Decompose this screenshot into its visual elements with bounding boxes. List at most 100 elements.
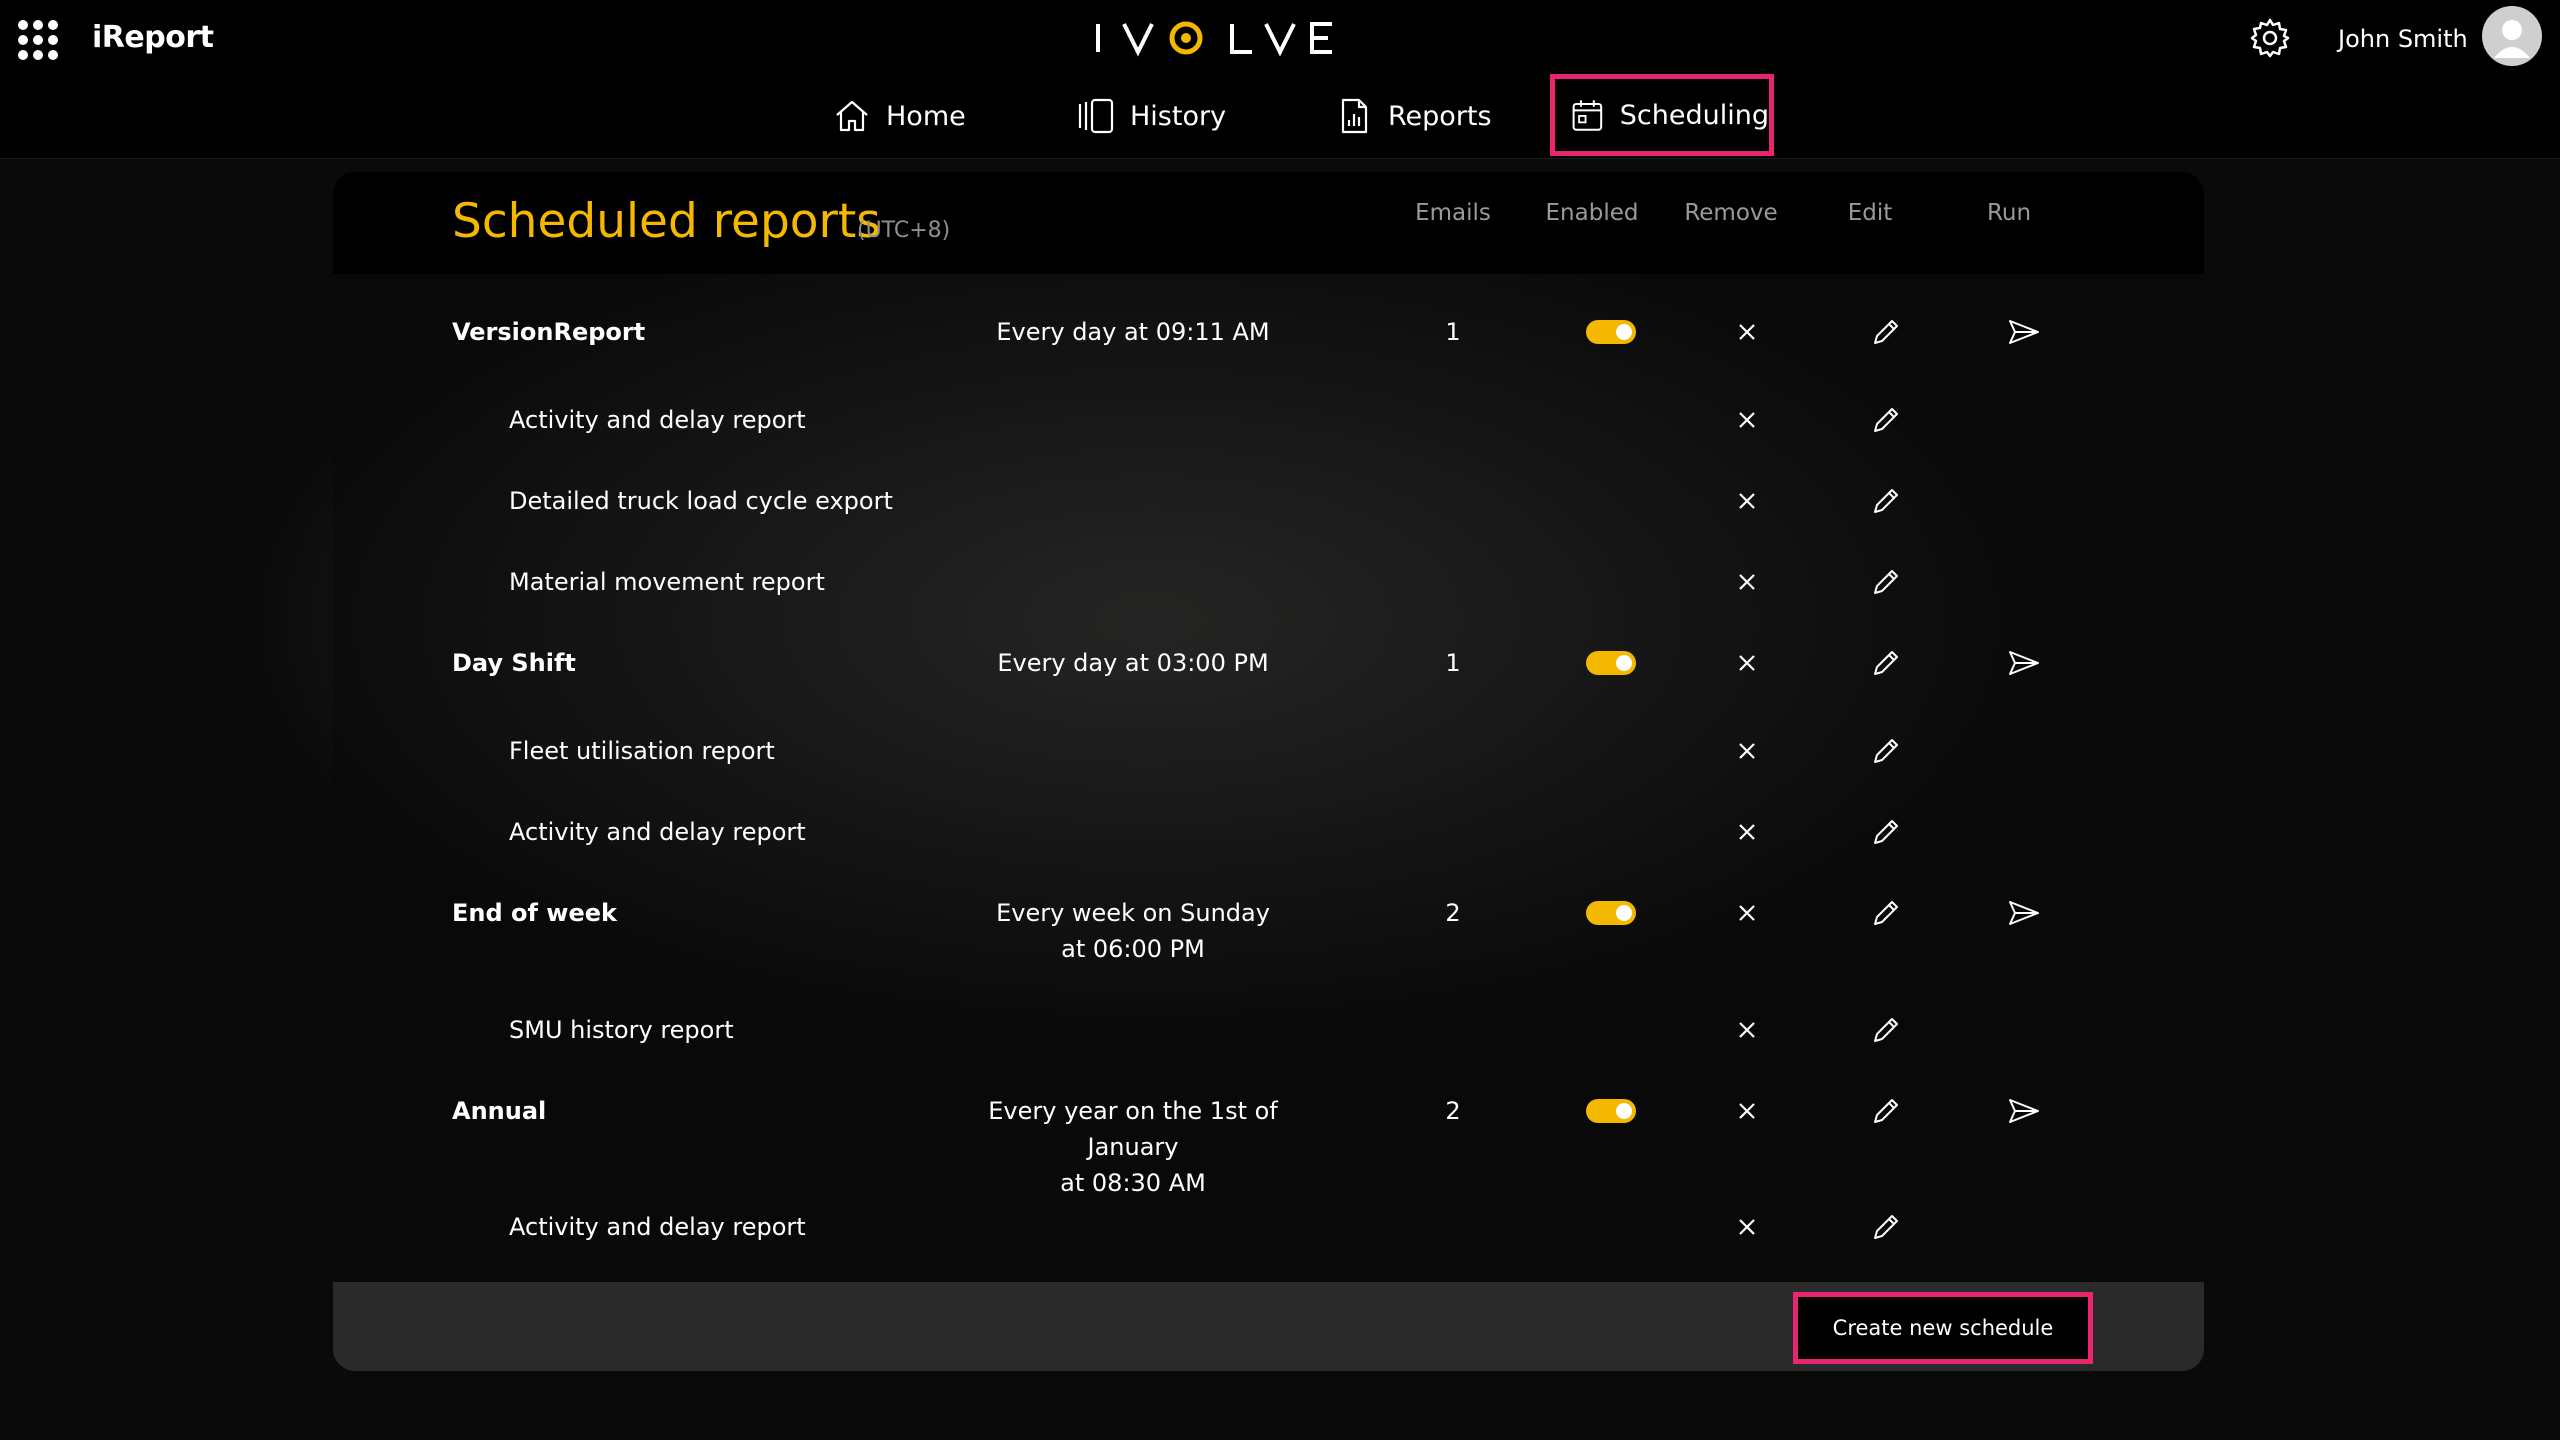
run-button[interactable] — [2006, 1093, 2042, 1129]
edit-button[interactable] — [1868, 483, 1904, 519]
schedule-name: End of week — [452, 899, 617, 927]
pencil-icon — [1874, 901, 1898, 925]
schedule-list: VersionReport Every day at 09:11 AM 1 Ac… — [333, 274, 2204, 1276]
enabled-toggle[interactable] — [1586, 901, 1636, 925]
edit-button[interactable] — [1868, 645, 1904, 681]
report-name: Activity and delay report — [509, 406, 806, 434]
email-count: 1 — [1445, 318, 1461, 346]
close-icon — [1739, 743, 1755, 759]
remove-button[interactable] — [1729, 483, 1765, 519]
send-icon — [2009, 320, 2039, 344]
report-name: Fleet utilisation report — [509, 737, 775, 765]
run-button[interactable] — [2006, 645, 2042, 681]
run-button[interactable] — [2006, 314, 2042, 350]
close-icon — [1739, 574, 1755, 590]
column-header-edit: Edit — [1847, 200, 1893, 226]
edit-button[interactable] — [1868, 564, 1904, 600]
close-icon — [1739, 1219, 1755, 1235]
run-button[interactable] — [2006, 895, 2042, 931]
edit-button[interactable] — [1868, 1209, 1904, 1245]
report-name: Material movement report — [509, 568, 825, 596]
close-icon — [1739, 905, 1755, 921]
pencil-icon — [1874, 1215, 1898, 1239]
edit-button[interactable] — [1868, 314, 1904, 350]
close-icon — [1739, 324, 1755, 340]
home-icon — [836, 100, 868, 132]
ivolve-logo — [1096, 21, 1332, 57]
schedule-frequency: Every day at 09:11 AM — [996, 318, 1270, 346]
report-name: Detailed truck load cycle export — [509, 487, 893, 515]
pencil-icon — [1874, 408, 1898, 432]
pencil-icon — [1874, 570, 1898, 594]
enabled-toggle[interactable] — [1586, 1099, 1636, 1123]
report-name: Activity and delay report — [509, 818, 806, 846]
schedule-frequency: Every week on Sunday at 06:00 PM — [968, 895, 1298, 967]
panel-header: Scheduled reports (UTC+8) Emails Enabled… — [333, 172, 2204, 274]
scheduled-reports-panel: Scheduled reports (UTC+8) Emails Enabled… — [333, 172, 2204, 1371]
report-icon — [1341, 98, 1368, 134]
edit-button[interactable] — [1868, 1093, 1904, 1129]
send-icon — [2009, 651, 2039, 675]
schedule-name: Day Shift — [452, 649, 576, 677]
remove-button[interactable] — [1729, 645, 1765, 681]
nav-home-label: Home — [886, 100, 966, 132]
panel-footer: Create new schedule — [333, 1282, 2204, 1371]
nav-history[interactable]: History — [1076, 76, 1226, 156]
nav-reports-label: Reports — [1388, 100, 1492, 132]
close-icon — [1739, 493, 1755, 509]
pencil-icon — [1874, 489, 1898, 513]
email-count: 2 — [1445, 1097, 1461, 1125]
remove-button[interactable] — [1729, 733, 1765, 769]
remove-button[interactable] — [1729, 1093, 1765, 1129]
edit-button[interactable] — [1868, 895, 1904, 931]
calendar-icon — [1572, 100, 1603, 131]
column-header-enabled: Enabled — [1545, 200, 1639, 226]
remove-button[interactable] — [1729, 1012, 1765, 1048]
remove-button[interactable] — [1729, 1209, 1765, 1245]
close-icon — [1739, 655, 1755, 671]
report-name: Activity and delay report — [509, 1213, 806, 1241]
pencil-icon — [1874, 1018, 1898, 1042]
schedule-frequency-line1: Every week on Sunday — [996, 899, 1270, 927]
report-name: SMU history report — [509, 1016, 734, 1044]
remove-button[interactable] — [1729, 814, 1765, 850]
column-header-run: Run — [1986, 200, 2032, 226]
top-bar: iReport John Smith Home History Reports … — [0, 0, 2560, 159]
send-icon — [2009, 901, 2039, 925]
avatar[interactable] — [2482, 6, 2542, 66]
user-name[interactable]: John Smith — [2338, 22, 2468, 56]
edit-button[interactable] — [1868, 402, 1904, 438]
remove-button[interactable] — [1729, 895, 1765, 931]
nav-reports[interactable]: Reports — [1334, 76, 1492, 156]
close-icon — [1739, 824, 1755, 840]
enabled-toggle[interactable] — [1586, 651, 1636, 675]
edit-button[interactable] — [1868, 1012, 1904, 1048]
schedule-frequency-line2: at 08:30 AM — [1060, 1169, 1206, 1197]
nav-scheduling[interactable]: Scheduling — [1550, 74, 1774, 156]
email-count: 2 — [1445, 899, 1461, 927]
gear-icon[interactable] — [2248, 16, 2292, 60]
app-name: iReport — [92, 20, 214, 55]
create-new-schedule-button[interactable]: Create new schedule — [1793, 1292, 2093, 1364]
schedule-frequency: Every day at 03:00 PM — [997, 649, 1269, 677]
schedule-name: Annual — [452, 1097, 547, 1125]
close-icon — [1739, 412, 1755, 428]
column-header-emails: Emails — [1415, 200, 1491, 226]
remove-button[interactable] — [1729, 402, 1765, 438]
pencil-icon — [1874, 1099, 1898, 1123]
pencil-icon — [1874, 820, 1898, 844]
email-count: 1 — [1445, 649, 1461, 677]
edit-button[interactable] — [1868, 733, 1904, 769]
close-icon — [1739, 1103, 1755, 1119]
edit-button[interactable] — [1868, 814, 1904, 850]
app-launcher-icon[interactable] — [18, 20, 58, 60]
enabled-toggle[interactable] — [1586, 320, 1636, 344]
remove-button[interactable] — [1729, 314, 1765, 350]
schedule-frequency-line2: at 06:00 PM — [1061, 935, 1205, 963]
nav-history-label: History — [1130, 100, 1227, 132]
remove-button[interactable] — [1729, 564, 1765, 600]
page-title: Scheduled reports — [452, 194, 881, 249]
schedule-frequency-line1: Every year on the 1st of January — [988, 1097, 1278, 1161]
nav-home[interactable]: Home — [832, 76, 966, 156]
user-avatar-icon — [2494, 20, 2530, 58]
